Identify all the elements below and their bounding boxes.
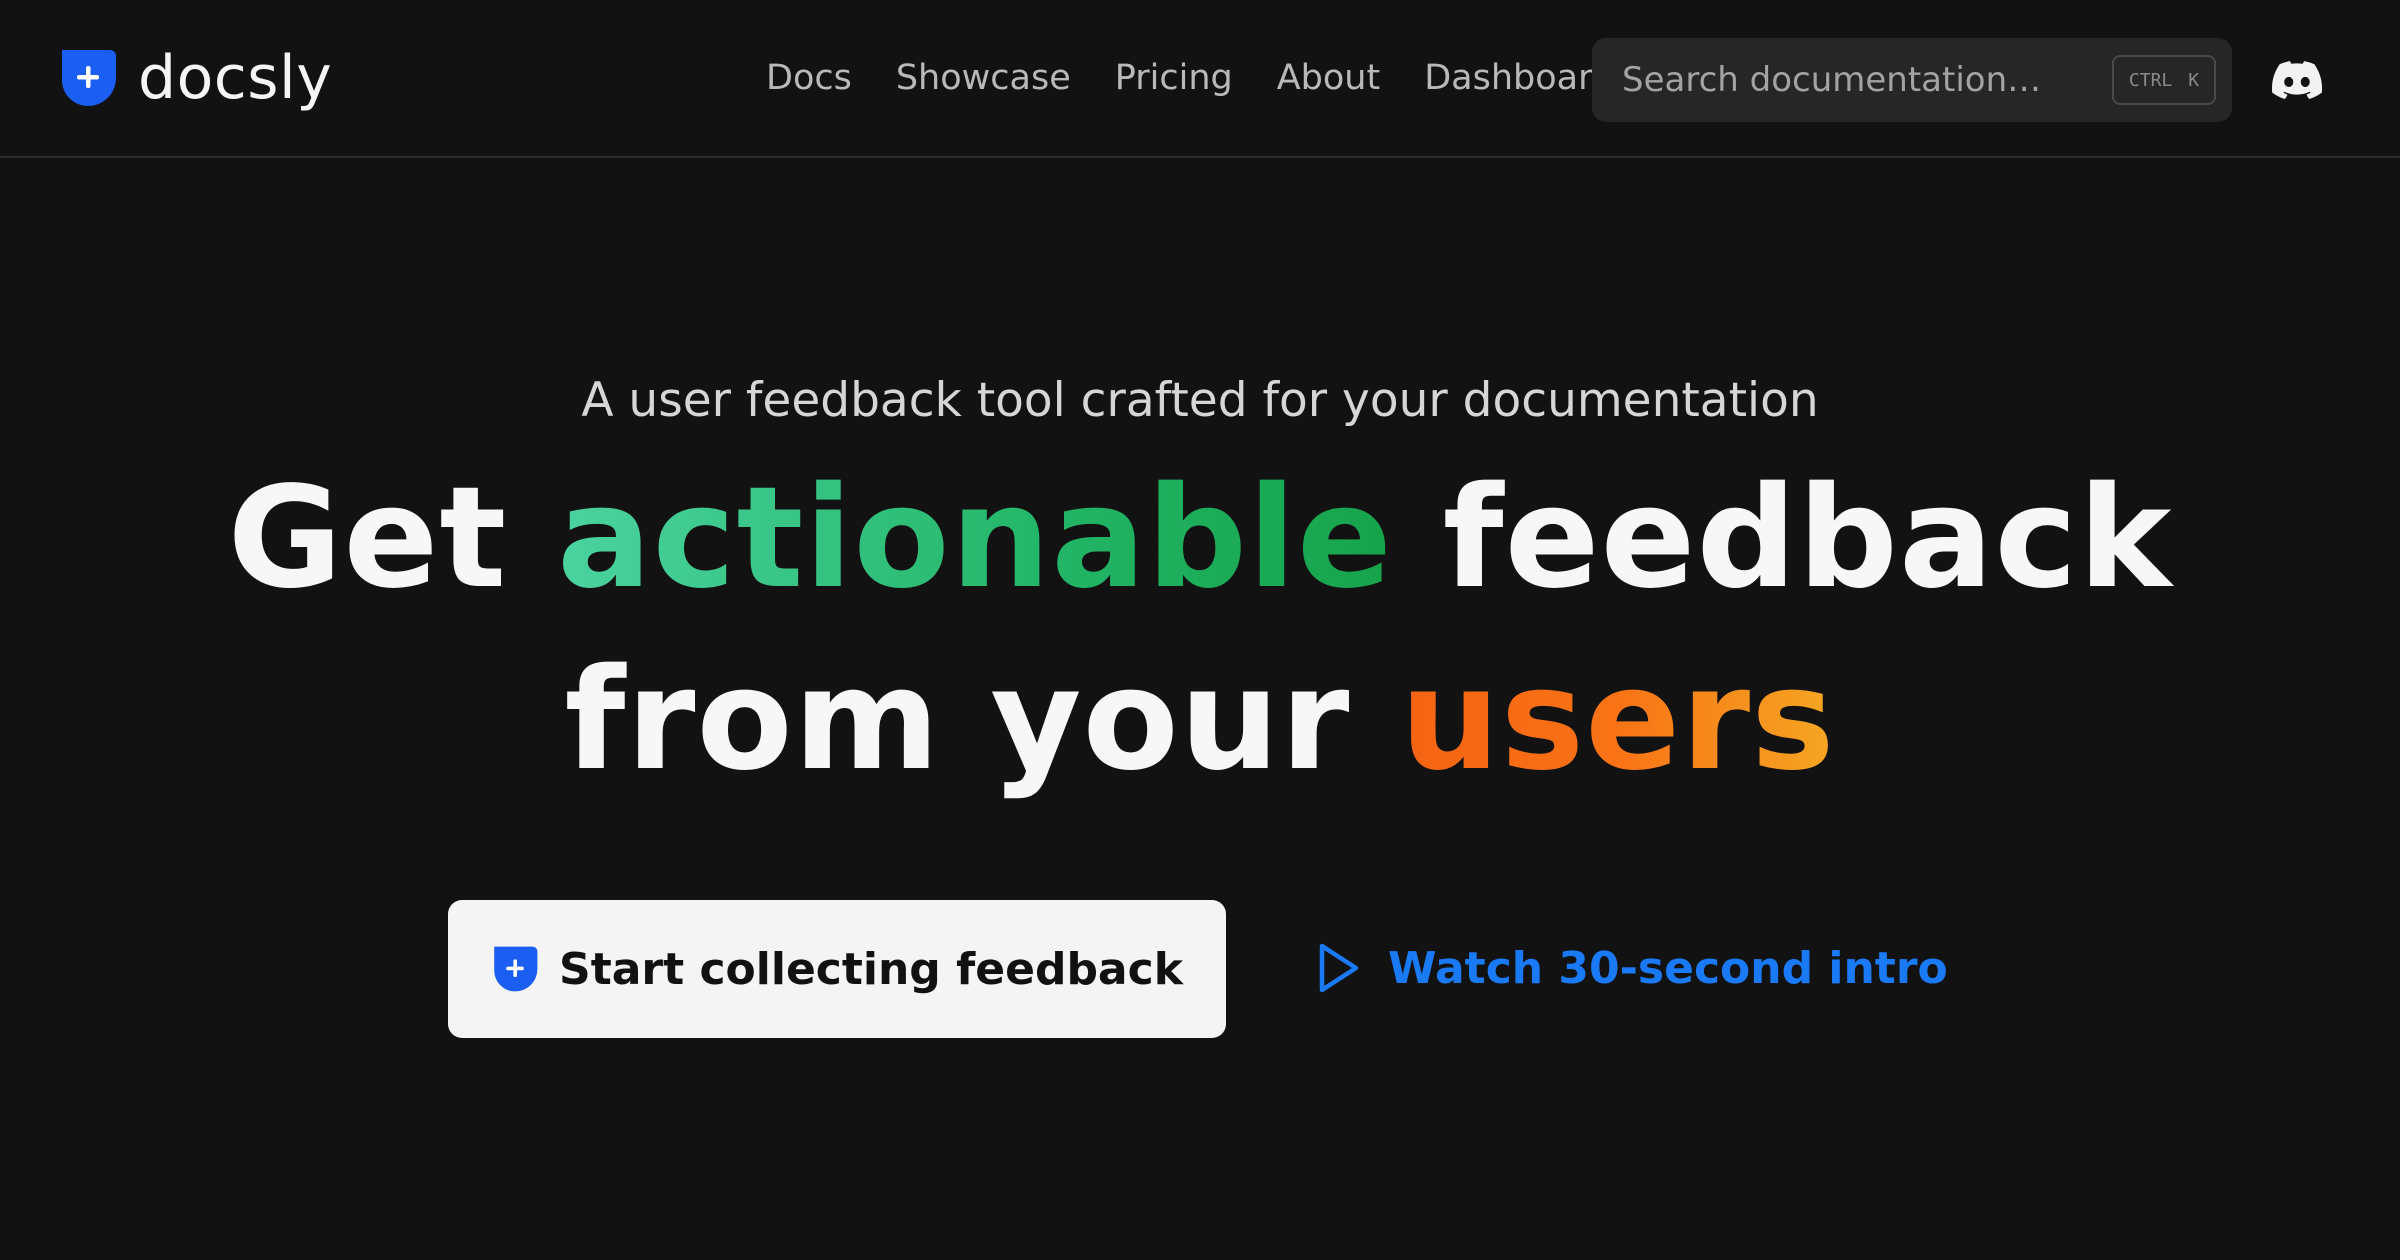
hero-tagline: A user feedback tool crafted for your do…: [581, 373, 1819, 428]
play-icon: [1319, 943, 1359, 993]
nav-about[interactable]: About: [1277, 56, 1380, 100]
brand-name: docsly: [138, 43, 333, 113]
start-collecting-feedback-button[interactable]: Start collecting feedback: [448, 900, 1226, 1038]
headline-highlight-actionable: actionable: [557, 457, 1393, 620]
nav-dashboard[interactable]: Dashboard: [1424, 56, 1614, 100]
headline-feedback: feedback: [1392, 457, 2173, 620]
shortcut-modifier: CTRL: [2128, 69, 2173, 91]
nav-showcase[interactable]: Showcase: [896, 56, 1071, 100]
nav-pricing[interactable]: Pricing: [1115, 56, 1233, 100]
headline-highlight-users: users: [1400, 639, 1836, 802]
shortcut-key: K: [2188, 69, 2200, 91]
discord-icon[interactable]: [2272, 60, 2322, 100]
site-header: docsly Docs Showcase Pricing About Dashb…: [0, 0, 2400, 158]
logo-link[interactable]: docsly: [58, 48, 332, 108]
watch-intro-link[interactable]: Watch 30-second intro: [1316, 940, 1948, 996]
headline-from-your: from your: [564, 639, 1401, 802]
main-nav: Docs Showcase Pricing About Dashboard: [766, 56, 1614, 100]
start-collecting-feedback-label: Start collecting feedback: [559, 943, 1183, 995]
nav-docs[interactable]: Docs: [766, 56, 852, 100]
keyboard-shortcut-badge: CTRL K: [2112, 55, 2216, 105]
headline-get: Get: [227, 457, 558, 620]
watch-intro-label: Watch 30-second intro: [1388, 942, 1948, 994]
search-placeholder: Search documentation…: [1622, 60, 2042, 100]
shield-plus-icon: [494, 946, 538, 992]
search-input[interactable]: Search documentation… CTRL K: [1592, 38, 2232, 122]
hero-headline: Get actionable feedback from your users: [0, 448, 2400, 812]
shield-plus-icon: [62, 50, 116, 106]
